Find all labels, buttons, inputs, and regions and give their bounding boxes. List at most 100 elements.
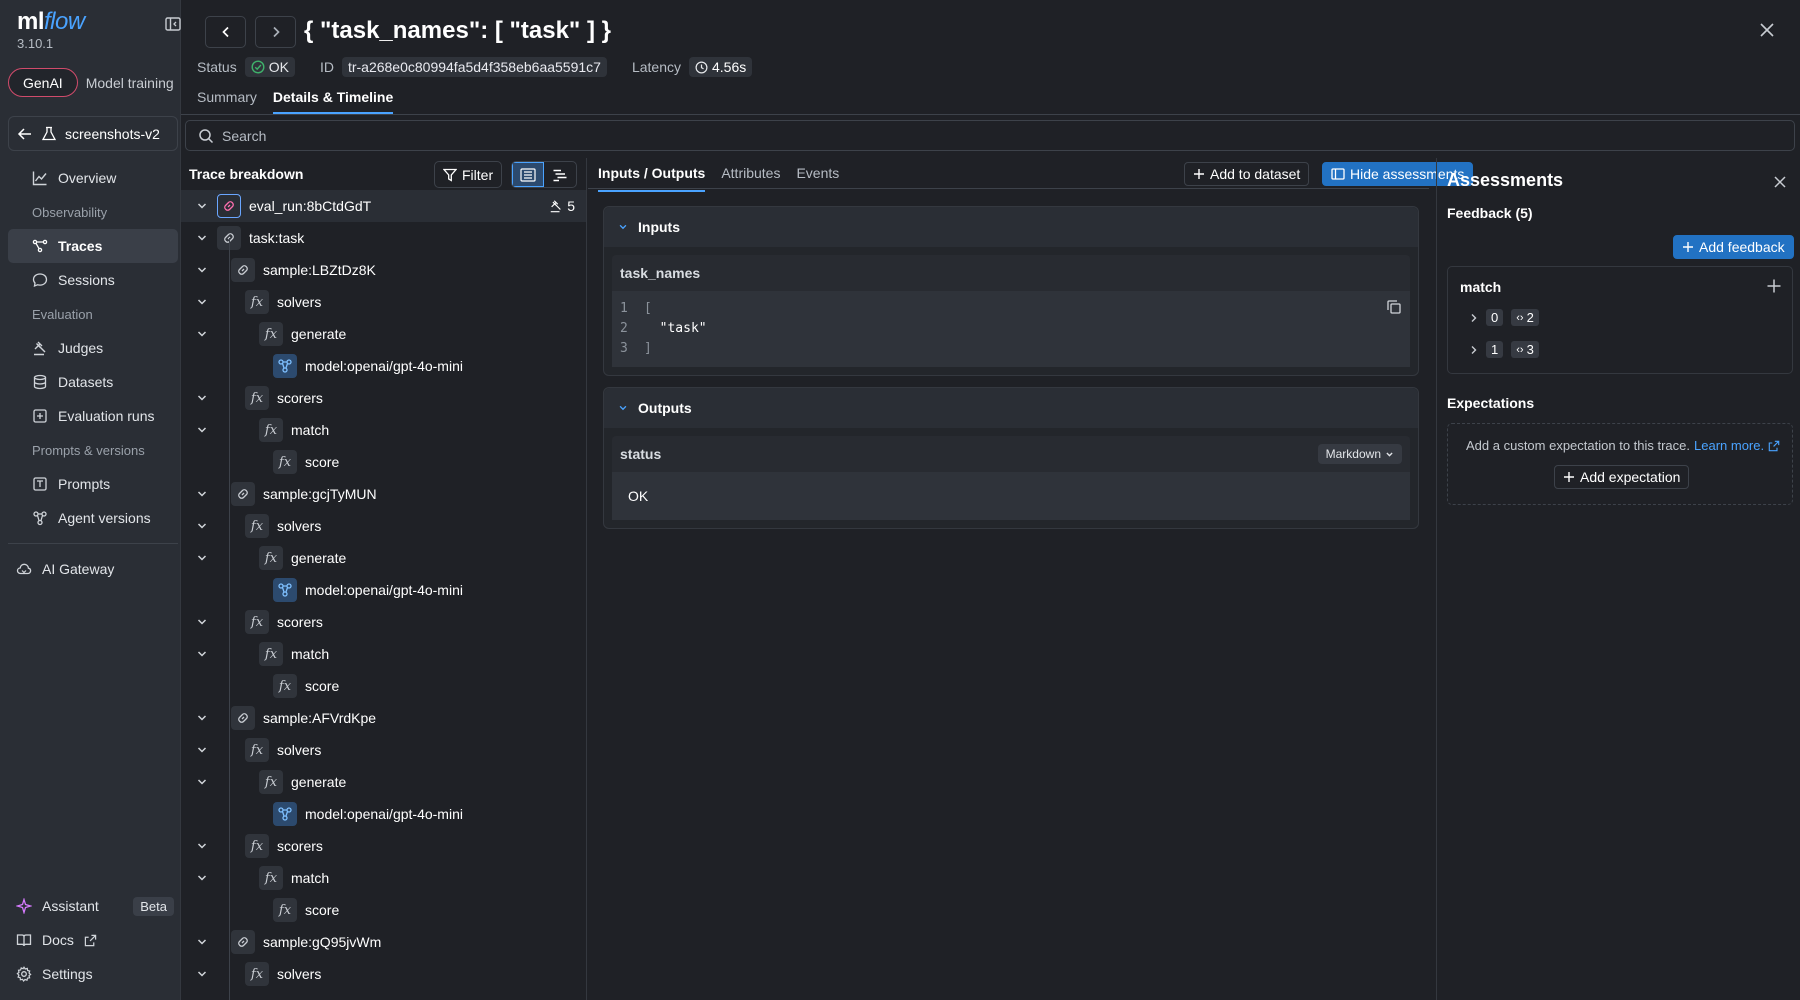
tree-node[interactable]: model:openai/gpt-4o-mini [181, 350, 586, 382]
format-select[interactable]: Markdown [1317, 444, 1402, 464]
chevron-down-icon [618, 222, 628, 232]
tree-node[interactable]: fx solvers [181, 734, 586, 766]
mlflow-logo[interactable]: mlflow [17, 8, 85, 36]
feedback-title: Feedback (5) [1447, 205, 1533, 221]
tree-node-root[interactable]: eval_run:8bCtdGdT 5 [181, 190, 586, 222]
close-icon[interactable] [1773, 175, 1787, 189]
mode-model-training-button[interactable]: Model training [86, 75, 174, 91]
tree-node[interactable]: fx solvers [181, 958, 586, 990]
previous-trace-button[interactable] [205, 16, 246, 48]
tree-node[interactable]: fx generate [181, 542, 586, 574]
plus-icon [1193, 168, 1205, 180]
back-arrow-icon[interactable] [17, 126, 33, 142]
filter-button[interactable]: Filter [434, 161, 503, 188]
search-bar[interactable] [185, 120, 1795, 151]
tree-node[interactable]: model:openai/gpt-4o-mini [181, 798, 586, 830]
copy-icon[interactable] [1386, 299, 1402, 315]
tab-details-timeline[interactable]: Details & Timeline [272, 89, 394, 114]
tree-node[interactable]: fx scorers [181, 830, 586, 862]
next-trace-button[interactable] [255, 16, 296, 48]
sidebar-item-docs[interactable]: Docs [8, 923, 178, 957]
tree-node[interactable]: fx scorers [181, 606, 586, 638]
tree-node[interactable]: fx match [181, 862, 586, 894]
experiment-selector[interactable]: screenshots-v2 [8, 116, 178, 151]
plus-icon[interactable] [1766, 278, 1782, 294]
tree-node[interactable]: task:task [181, 222, 586, 254]
tree-node[interactable]: fx match [181, 414, 586, 446]
feedback-row[interactable]: 0 ‹› 2 [1470, 309, 1539, 326]
tree-node[interactable]: sample:gQ95jvWm [181, 926, 586, 958]
sidebar-item-sessions[interactable]: Sessions [8, 263, 178, 297]
sidebar-item-ai-gateway[interactable]: AI Gateway [8, 552, 178, 586]
tree-node[interactable]: fx match [181, 638, 586, 670]
tree-node[interactable]: model:openai/gpt-4o-mini [181, 574, 586, 606]
outputs-section-header[interactable]: Outputs [604, 388, 1418, 428]
tree-node[interactable]: fx generate [181, 766, 586, 798]
chevron-down-icon[interactable] [196, 712, 208, 724]
chevron-down-icon[interactable] [196, 488, 208, 500]
trace-tree: eval_run:8bCtdGdT 5 task:task sample:LBZt… [181, 190, 586, 1000]
chevron-down-icon[interactable] [196, 872, 208, 884]
add-feedback-button[interactable]: Add feedback [1673, 235, 1794, 259]
experiment-name: screenshots-v2 [65, 125, 160, 142]
sidebar-item-settings[interactable]: Settings [8, 957, 178, 991]
add-expectation-button[interactable]: Add expectation [1554, 465, 1690, 489]
sidebar-item-traces[interactable]: Traces [8, 229, 178, 263]
sidebar-item-evaluation-runs[interactable]: Evaluation runs [8, 399, 178, 433]
timeline-view-icon[interactable] [544, 162, 576, 187]
tree-node[interactable]: fx solvers [181, 286, 586, 318]
chevron-down-icon[interactable] [196, 296, 208, 308]
chevron-down-icon[interactable] [196, 520, 208, 532]
chevron-down-icon[interactable] [196, 744, 208, 756]
sidebar-item-assistant[interactable]: Assistant Beta [8, 889, 178, 923]
chevron-down-icon[interactable] [196, 232, 208, 244]
close-icon[interactable] [1759, 22, 1777, 40]
sidebar-item-overview[interactable]: Overview [8, 161, 178, 195]
tree-node-label: match [291, 870, 330, 886]
chevron-down-icon[interactable] [196, 968, 208, 980]
chevron-down-icon[interactable] [196, 392, 208, 404]
tree-node[interactable]: fx solvers [181, 510, 586, 542]
mode-genai-button[interactable]: GenAI [8, 68, 78, 97]
chevron-down-icon[interactable] [196, 776, 208, 788]
feedback-row[interactable]: 1 ‹› 3 [1470, 341, 1539, 358]
tab-summary[interactable]: Summary [197, 89, 257, 114]
output-field-name: status [620, 446, 662, 462]
beta-badge: Beta [133, 896, 174, 916]
learn-more-link[interactable]: Learn more. [1694, 438, 1764, 453]
tree-node-label: scorers [277, 614, 323, 630]
sidebar-item-agent-versions[interactable]: Agent versions [8, 501, 178, 535]
tree-node[interactable]: sample:gcjTyMUN [181, 478, 586, 510]
chevron-down-icon[interactable] [196, 328, 208, 340]
tree-node[interactable]: fx score [181, 670, 586, 702]
add-to-dataset-button[interactable]: Add to dataset [1184, 162, 1310, 186]
chevron-down-icon[interactable] [196, 840, 208, 852]
tree-node[interactable]: sample:AFVrdKpe [181, 702, 586, 734]
chevron-down-icon[interactable] [196, 264, 208, 276]
tree-node-label: solvers [277, 742, 322, 758]
trace-id-badge[interactable]: tr-a268e0c80994fa5d4f358eb6aa5591c7 [341, 57, 607, 77]
chevron-down-icon[interactable] [196, 616, 208, 628]
feedback-value: ‹› 2 [1511, 309, 1539, 326]
tree-node[interactable]: fx score [181, 446, 586, 478]
expectations-title: Expectations [1447, 395, 1535, 411]
sidebar-item-judges[interactable]: Judges [8, 331, 178, 365]
external-link-icon[interactable] [1768, 440, 1780, 452]
tree-node[interactable]: fx scorers [181, 382, 586, 414]
chevron-down-icon[interactable] [196, 936, 208, 948]
tree-node[interactable]: fx score [181, 894, 586, 926]
chevron-down-icon[interactable] [196, 648, 208, 660]
inputs-section-header[interactable]: Inputs [604, 207, 1418, 247]
detail-tabs-divider [588, 188, 1429, 189]
sidebar-item-prompts[interactable]: Prompts [8, 467, 178, 501]
chevron-down-icon[interactable] [196, 200, 208, 212]
sidebar-item-datasets[interactable]: Datasets [8, 365, 178, 399]
chevron-down-icon[interactable] [196, 424, 208, 436]
tree-guide-line [229, 238, 230, 1000]
chevron-down-icon[interactable] [196, 552, 208, 564]
tree-node[interactable]: fx generate [181, 318, 586, 350]
tree-node[interactable]: sample:LBZtDz8K [181, 254, 586, 286]
left-sidebar: mlflow 3.10.1 GenAI Model training scree… [0, 0, 181, 1000]
search-input[interactable] [222, 127, 1722, 144]
tree-view-icon[interactable] [512, 162, 544, 187]
